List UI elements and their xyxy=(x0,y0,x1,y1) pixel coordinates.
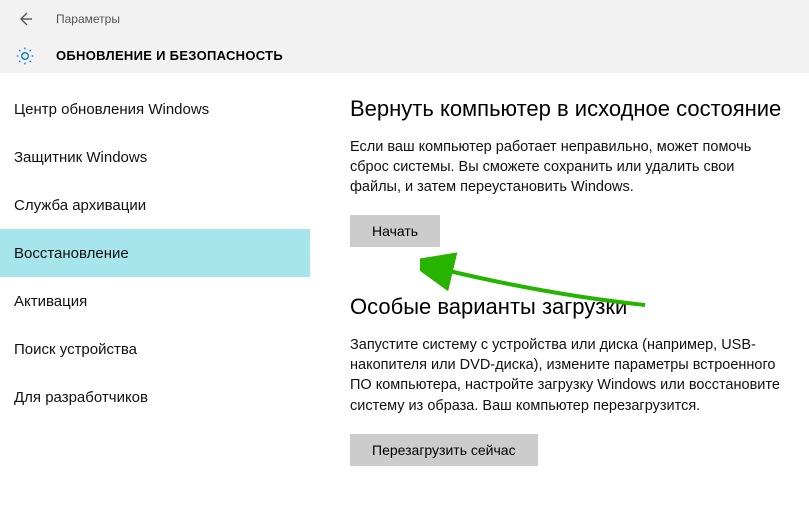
settings-header: ОБНОВЛЕНИЕ И БЕЗОПАСНОСТЬ xyxy=(0,38,809,73)
sidebar-item-label: Защитник Windows xyxy=(14,149,147,166)
sidebar: Центр обновления Windows Защитник Window… xyxy=(0,73,310,518)
sidebar-item-label: Служба архивации xyxy=(14,197,146,214)
main-content: Вернуть компьютер в исходное состояние Е… xyxy=(310,73,809,518)
titlebar-label: Параметры xyxy=(56,12,120,26)
sidebar-item-label: Для разработчиков xyxy=(14,389,148,406)
sidebar-item-developers[interactable]: Для разработчиков xyxy=(0,373,310,421)
sidebar-item-recovery[interactable]: Восстановление xyxy=(0,229,310,277)
restart-now-button[interactable]: Перезагрузить сейчас xyxy=(350,434,538,466)
section-advanced-startup: Особые варианты загрузки Запустите систе… xyxy=(350,293,785,466)
sidebar-item-defender[interactable]: Защитник Windows xyxy=(0,133,310,181)
sidebar-item-activation[interactable]: Активация xyxy=(0,277,310,325)
section-advanced-title: Особые варианты загрузки xyxy=(350,293,785,321)
sidebar-item-label: Центр обновления Windows xyxy=(14,101,209,118)
sidebar-item-find-device[interactable]: Поиск устройства xyxy=(0,325,310,373)
settings-header-title: ОБНОВЛЕНИЕ И БЕЗОПАСНОСТЬ xyxy=(56,48,283,63)
sidebar-item-label: Восстановление xyxy=(14,245,129,262)
section-advanced-text: Запустите систему с устройства или диска… xyxy=(350,335,785,416)
section-reset: Вернуть компьютер в исходное состояние Е… xyxy=(350,95,785,247)
sidebar-item-label: Поиск устройства xyxy=(14,341,137,358)
titlebar: Параметры xyxy=(0,0,809,38)
gear-icon xyxy=(14,45,36,67)
reset-start-button[interactable]: Начать xyxy=(350,215,440,247)
section-reset-text: Если ваш компьютер работает неправильно,… xyxy=(350,137,785,198)
sidebar-item-backup[interactable]: Служба архивации xyxy=(0,181,310,229)
section-reset-title: Вернуть компьютер в исходное состояние xyxy=(350,95,785,123)
sidebar-item-label: Активация xyxy=(14,293,87,310)
sidebar-item-windows-update[interactable]: Центр обновления Windows xyxy=(0,85,310,133)
back-arrow-icon[interactable] xyxy=(14,8,36,30)
